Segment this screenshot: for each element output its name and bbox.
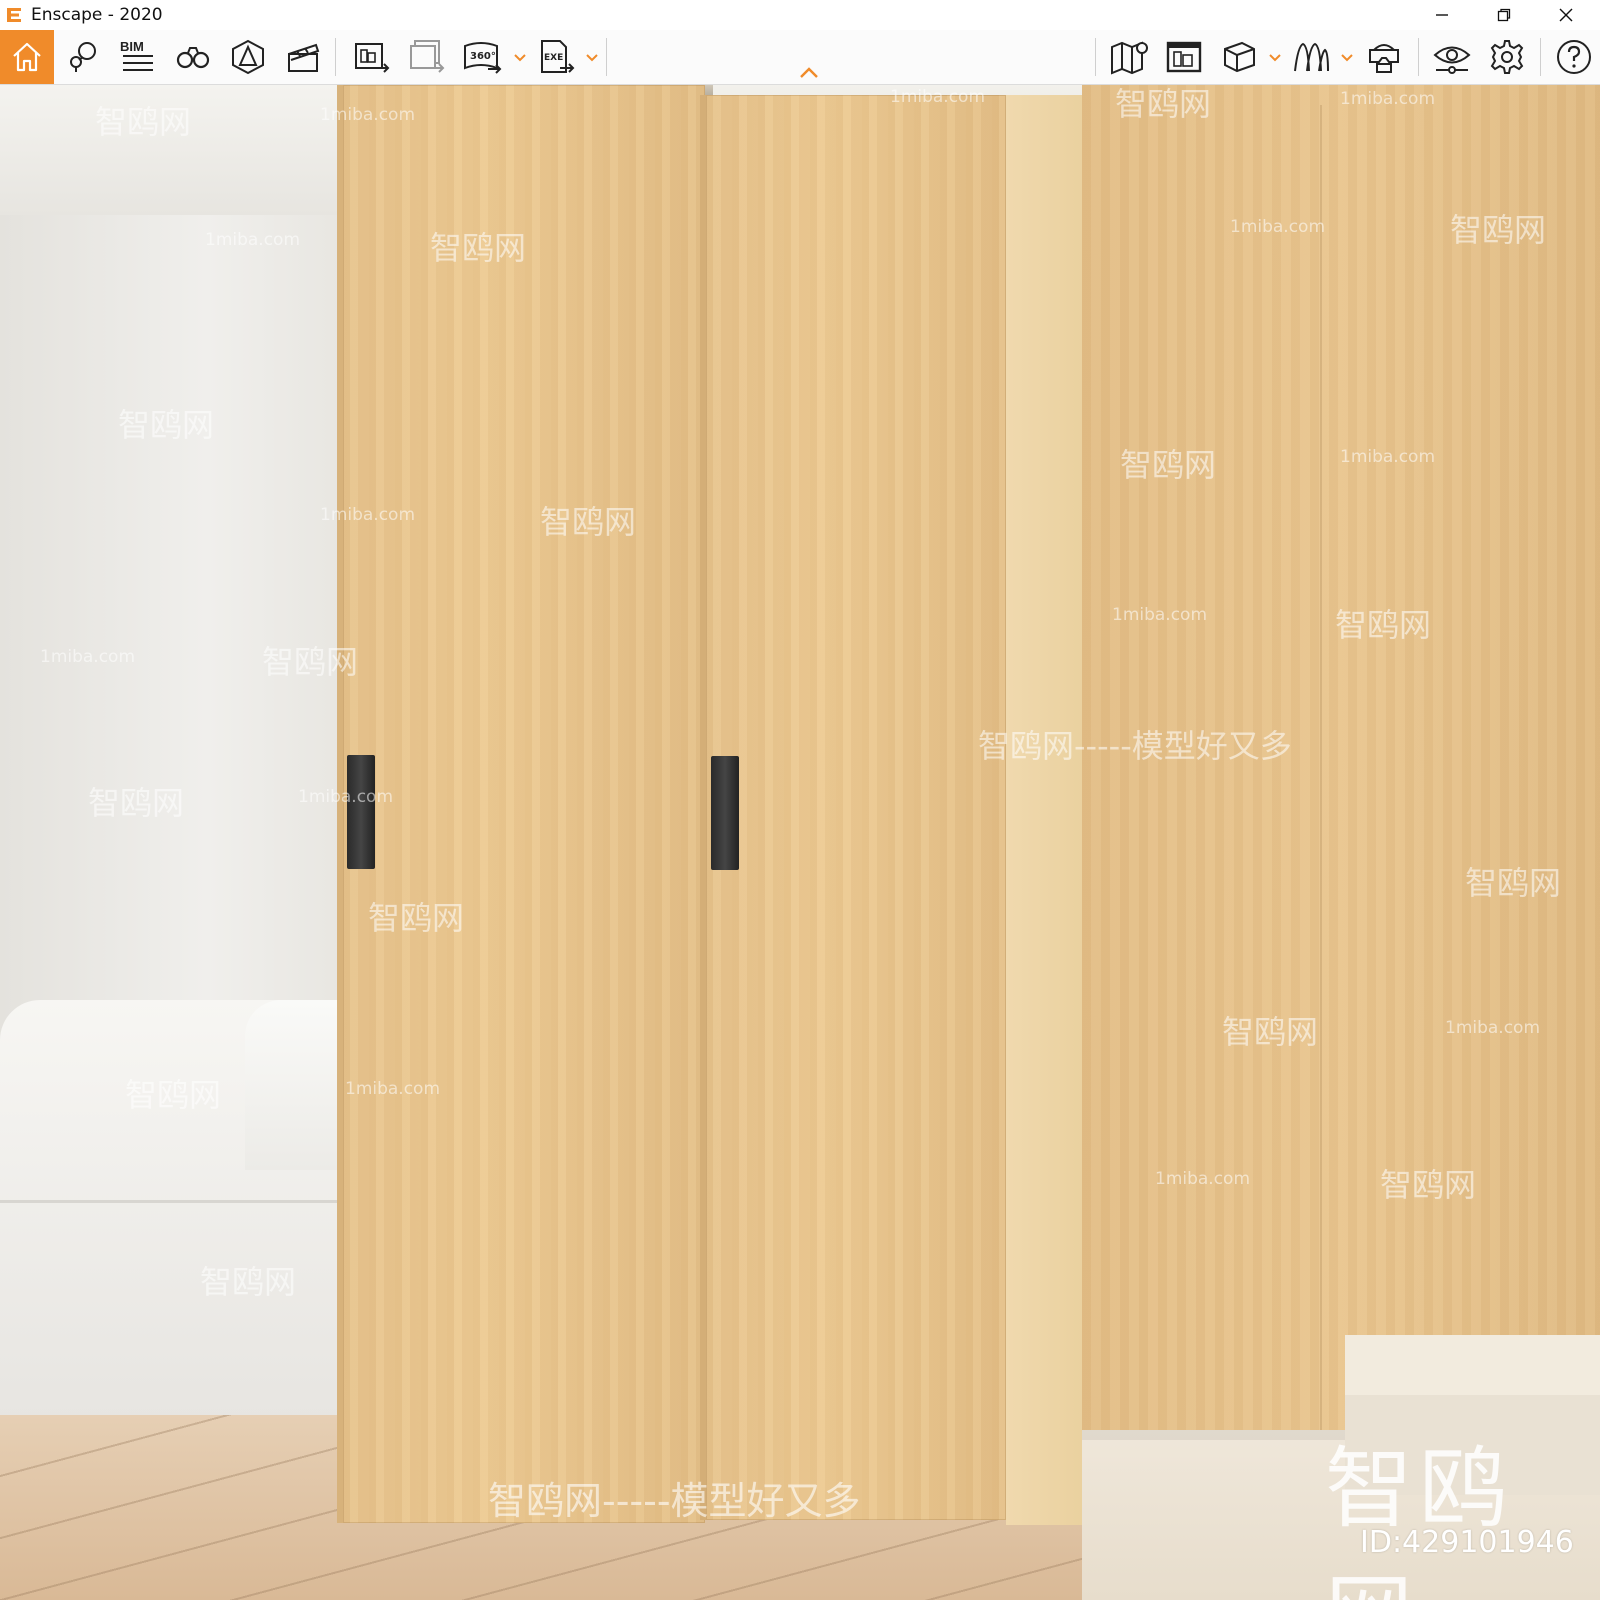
help-button[interactable] — [1547, 30, 1600, 84]
close-button[interactable] — [1536, 0, 1596, 30]
watermark-id: ID:429101946 — [1360, 1525, 1574, 1560]
asset-library-icon — [70, 42, 96, 72]
vr-headset-icon — [1369, 44, 1399, 73]
bim-label: BIM — [120, 39, 144, 54]
door-jamb — [1006, 95, 1082, 1525]
atmosphere-button[interactable] — [1284, 30, 1338, 84]
sofa-arm — [245, 1000, 345, 1170]
video-editor-button[interactable] — [276, 30, 330, 84]
binoculars-icon — [176, 47, 210, 69]
settings-button[interactable] — [1480, 30, 1534, 84]
sliding-door-right — [706, 95, 1006, 1520]
sofa-seam — [0, 1200, 345, 1203]
export-dropdown-icon[interactable] — [585, 52, 599, 62]
toolbar-separator — [1540, 38, 1541, 76]
minimize-button[interactable] — [1412, 0, 1472, 30]
panorama-360-icon: 360° — [464, 42, 502, 74]
capture-view-icon — [1166, 41, 1202, 73]
export-exe-icon: EXE — [541, 40, 575, 73]
watermark-big-brand: 智鸥网 — [1325, 1437, 1514, 1600]
toolbar-separator — [606, 38, 607, 76]
capture-view-button[interactable] — [1157, 30, 1211, 84]
atmosphere-icon — [1294, 42, 1329, 72]
material-icon — [232, 39, 264, 75]
render-screenshot-button[interactable] — [345, 30, 399, 84]
svg-text:EXE: EXE — [544, 53, 563, 63]
orthographic-dropdown-icon[interactable] — [1268, 52, 1282, 62]
toolbar-separator — [335, 38, 336, 76]
toolbar-separator — [1095, 38, 1096, 76]
wall-panel-seam — [1320, 105, 1322, 1505]
door-handle — [347, 755, 375, 869]
home-button[interactable] — [0, 30, 54, 84]
home-icon — [13, 42, 41, 72]
batch-render-button[interactable] — [400, 30, 454, 84]
eye-icon — [1433, 46, 1471, 74]
atmosphere-dropdown-icon[interactable] — [1340, 52, 1354, 62]
close-icon — [1559, 8, 1573, 22]
cube-icon — [1224, 41, 1255, 73]
clapperboard-icon — [288, 43, 320, 72]
gear-icon — [1490, 40, 1524, 74]
help-icon — [1557, 40, 1591, 74]
toolbar-separator — [1418, 38, 1419, 76]
restore-button[interactable] — [1474, 0, 1534, 30]
enscape-logo-icon — [7, 8, 21, 22]
asset-library-button[interactable] — [56, 30, 110, 84]
batch-render-icon — [410, 40, 445, 73]
title-bar: Enscape - 2020 — [0, 0, 1600, 31]
map-button[interactable] — [1102, 30, 1156, 84]
window-title: Enscape - 2020 — [31, 5, 163, 25]
views-button[interactable] — [166, 30, 220, 84]
screenshot-export-icon — [355, 43, 390, 73]
platform-step-top — [1345, 1335, 1600, 1395]
collapse-toolbar-icon[interactable] — [798, 66, 820, 80]
orthographic-button[interactable] — [1212, 30, 1266, 84]
wood-wall-panel — [1082, 85, 1600, 1505]
map-icon — [1111, 41, 1148, 75]
visual-settings-button[interactable] — [1425, 30, 1479, 84]
panorama-button[interactable]: 360° — [455, 30, 509, 84]
enscape-toolbar: BIM 360° EXE — [0, 30, 1600, 85]
sliding-door-left — [343, 85, 705, 1523]
restore-icon — [1497, 8, 1511, 22]
material-editor-button[interactable] — [221, 30, 275, 84]
render-viewport[interactable]: 智鸥网 1miba.com 1miba.com 1miba.com 智鸥网 1m… — [0, 85, 1600, 1600]
minimize-icon — [1436, 14, 1448, 16]
svg-text:360°: 360° — [470, 51, 496, 62]
panorama-dropdown-icon[interactable] — [513, 52, 527, 62]
vr-headset-button[interactable] — [1357, 30, 1411, 84]
export-exe-button[interactable]: EXE — [530, 30, 584, 84]
left-wall-upper — [0, 85, 345, 225]
door-handle — [711, 756, 739, 870]
